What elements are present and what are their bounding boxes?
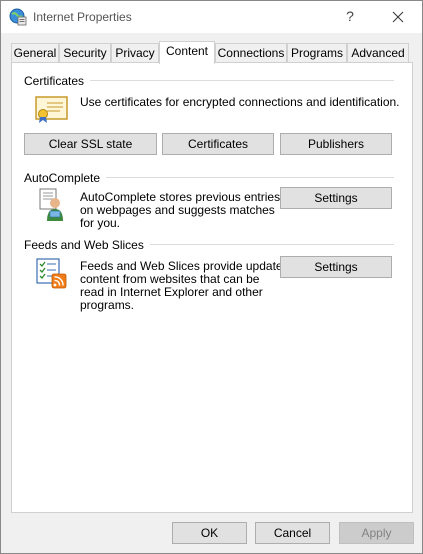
publishers-button[interactable]: Publishers — [280, 133, 392, 155]
autocomplete-description-line-3: for you. — [80, 216, 121, 230]
clear-ssl-state-button[interactable]: Clear SSL state — [24, 133, 157, 155]
feeds-description-line-4: programs. — [80, 298, 135, 312]
close-icon — [392, 11, 404, 23]
apply-button: Apply — [339, 522, 414, 544]
tab-privacy[interactable]: Privacy — [111, 43, 159, 63]
tab-general[interactable]: General — [11, 43, 59, 63]
tab-security[interactable]: Security — [59, 43, 111, 63]
title-bar[interactable]: Internet Properties ? — [1, 1, 422, 33]
certificates-button[interactable]: Certificates — [162, 133, 274, 155]
cancel-button[interactable]: Cancel — [255, 522, 330, 544]
internet-properties-window: Internet Properties ? General Security P… — [0, 0, 423, 554]
window-title: Internet Properties — [33, 10, 132, 24]
feeds-icon — [36, 258, 67, 289]
autocomplete-group-title: AutoComplete — [24, 171, 107, 185]
autocomplete-settings-button[interactable]: Settings — [280, 187, 392, 209]
autocomplete-icon — [39, 188, 63, 221]
certificates-description: Use certificates for encrypted connectio… — [80, 95, 400, 109]
help-button[interactable]: ? — [339, 3, 361, 29]
tab-advanced[interactable]: Advanced — [347, 43, 409, 63]
certificates-group-title: Certificates — [24, 74, 91, 88]
tab-programs[interactable]: Programs — [287, 43, 347, 63]
feeds-group-title: Feeds and Web Slices — [24, 238, 150, 252]
internet-options-icon — [9, 8, 27, 26]
feeds-settings-button[interactable]: Settings — [280, 256, 392, 278]
close-button[interactable] — [381, 3, 415, 29]
content-tab-panel: Certificates Use certificates for encryp… — [11, 62, 413, 513]
ok-button[interactable]: OK — [172, 522, 247, 544]
tab-content[interactable]: Content — [159, 41, 215, 64]
tab-connections[interactable]: Connections — [215, 43, 287, 63]
certificate-icon — [35, 96, 68, 123]
tab-strip: General Security Privacy Content Connect… — [11, 41, 413, 64]
